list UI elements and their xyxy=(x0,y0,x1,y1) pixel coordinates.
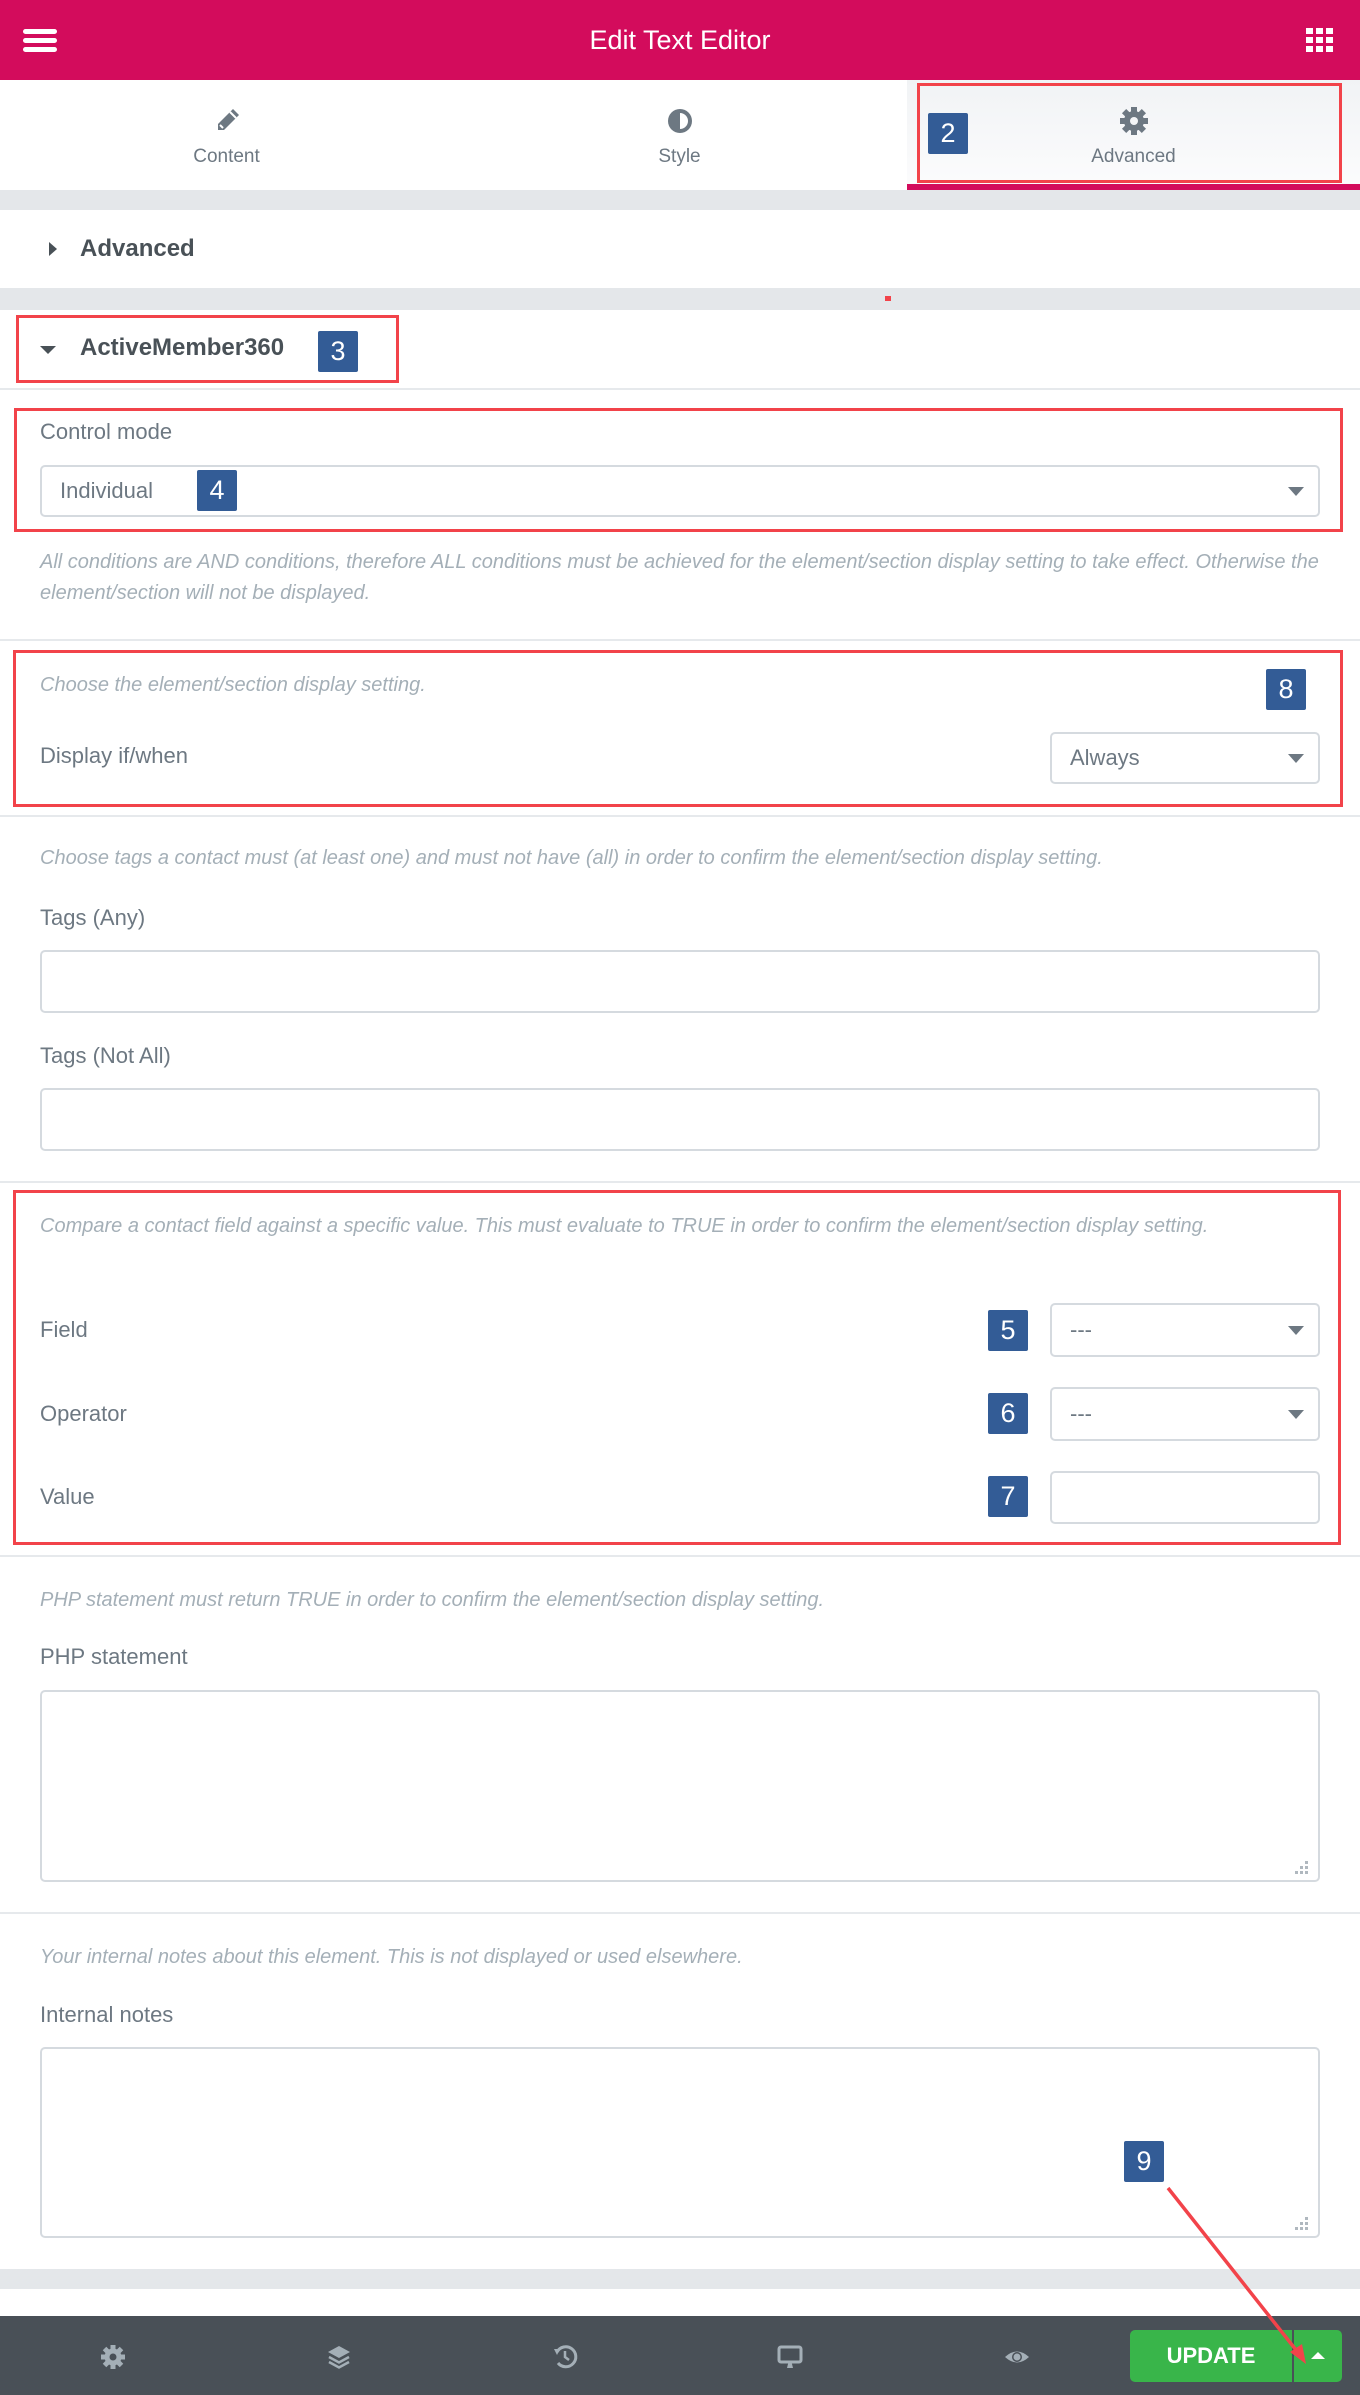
annotation-badge: 7 xyxy=(988,1476,1028,1517)
caret-down-icon xyxy=(40,346,56,354)
value-input[interactable] xyxy=(1050,1471,1320,1524)
desktop-icon[interactable] xyxy=(777,2344,803,2370)
display-label: Display if/when xyxy=(40,743,188,768)
php-textarea[interactable] xyxy=(40,1690,1320,1882)
settings-gear-icon[interactable] xyxy=(100,2344,126,2370)
divider xyxy=(0,639,1360,641)
section-advanced-toggle[interactable]: Advanced xyxy=(0,210,1360,288)
annotation-badge: 3 xyxy=(318,331,358,372)
chevron-down-icon xyxy=(1288,1410,1304,1419)
divider xyxy=(0,815,1360,817)
compare-note: Compare a contact field against a specif… xyxy=(40,1215,1209,1237)
panel-title: Edit Text Editor xyxy=(589,25,771,55)
annotation-badge: 4 xyxy=(197,470,237,511)
annotation-badge: 8 xyxy=(1266,669,1306,710)
separator-band xyxy=(0,190,1360,210)
divider xyxy=(0,388,1360,390)
tags-not-all-input[interactable] xyxy=(40,1088,1320,1151)
tab-content[interactable]: Content xyxy=(0,80,453,190)
field-select[interactable]: --- xyxy=(1050,1303,1320,1357)
chevron-down-icon xyxy=(1288,1326,1304,1335)
php-label: PHP statement xyxy=(40,1644,188,1669)
annotation-dot xyxy=(885,296,891,301)
pencil-icon xyxy=(217,109,239,130)
resize-handle-icon[interactable] xyxy=(1294,2216,1308,2230)
panel-tabs: Content Style Advanced xyxy=(0,80,1360,190)
tab-advanced[interactable]: Advanced xyxy=(907,80,1360,190)
tab-style[interactable]: Style xyxy=(453,80,906,190)
tags-any-input[interactable] xyxy=(40,950,1320,1013)
tab-content-label: Content xyxy=(193,146,260,167)
tags-not-all-label: Tags (Not All) xyxy=(40,1043,171,1068)
separator-band xyxy=(0,288,1360,310)
control-mode-value: Individual xyxy=(60,478,153,503)
section-activemember-title: ActiveMember360 xyxy=(80,334,285,361)
resize-handle-icon[interactable] xyxy=(1294,1860,1308,1874)
operator-label: Operator xyxy=(40,1401,127,1426)
tags-any-label: Tags (Any) xyxy=(40,905,146,930)
annotation-badge: 9 xyxy=(1124,2141,1164,2182)
php-note: PHP statement must return TRUE in order … xyxy=(40,1589,825,1611)
control-mode-note: All conditions are AND conditions, there… xyxy=(40,551,1319,604)
field-label: Field xyxy=(40,1317,88,1342)
tags-note: Choose tags a contact must (at least one… xyxy=(40,847,1103,869)
eye-icon[interactable] xyxy=(1004,2344,1030,2370)
chevron-down-icon xyxy=(1288,754,1304,763)
separator-band xyxy=(0,2269,1360,2289)
operator-select[interactable]: --- xyxy=(1050,1387,1320,1441)
display-value: Always xyxy=(1070,745,1140,770)
operator-value: --- xyxy=(1070,1401,1092,1426)
gear-icon xyxy=(1119,107,1148,135)
hamburger-icon[interactable] xyxy=(23,29,57,53)
tab-advanced-label: Advanced xyxy=(1091,146,1176,167)
value-label: Value xyxy=(40,1484,95,1509)
field-value: --- xyxy=(1070,1317,1092,1342)
update-button[interactable]: UPDATE xyxy=(1130,2330,1292,2382)
display-note: Choose the element/section display setti… xyxy=(40,674,426,696)
divider xyxy=(0,1912,1360,1914)
caret-right-icon xyxy=(49,242,57,256)
chevron-down-icon xyxy=(1288,487,1304,496)
control-mode-label: Control mode xyxy=(40,419,173,444)
annotation-badge: 6 xyxy=(988,1393,1028,1434)
display-select[interactable]: Always xyxy=(1050,732,1320,784)
annotation-badge: 2 xyxy=(928,113,968,154)
notes-note: Your internal notes about this element. … xyxy=(40,1946,743,1968)
section-advanced-title: Advanced xyxy=(80,235,195,262)
history-icon[interactable] xyxy=(552,2344,578,2370)
caret-up-icon xyxy=(1311,2352,1325,2359)
section-activemember-toggle[interactable]: ActiveMember360 xyxy=(0,310,1360,389)
annotation-badge: 5 xyxy=(988,1310,1028,1351)
tab-style-label: Style xyxy=(658,146,701,167)
divider xyxy=(0,1555,1360,1557)
divider xyxy=(0,1181,1360,1183)
half-circle-icon xyxy=(667,109,692,133)
notes-label: Internal notes xyxy=(40,2002,174,2027)
update-options-button[interactable] xyxy=(1294,2330,1342,2382)
layers-icon[interactable] xyxy=(326,2344,352,2370)
grid-icon[interactable] xyxy=(1306,28,1333,54)
